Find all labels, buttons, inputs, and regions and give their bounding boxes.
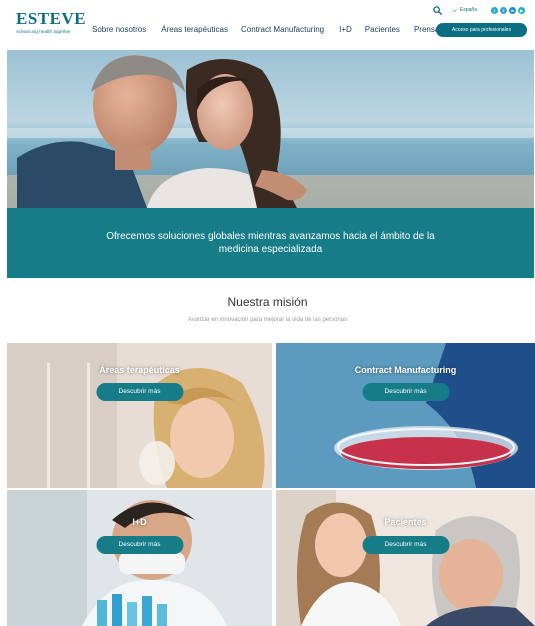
linkedin-icon[interactable]: in xyxy=(509,6,516,14)
tile-id[interactable]: I+D Descubrir más xyxy=(7,490,272,626)
tile-areas-title: Áreas terapéuticas xyxy=(99,365,180,375)
mission-title: Nuestra misión xyxy=(227,295,308,309)
nav-sobre-nosotros[interactable]: Sobre nosotros xyxy=(92,25,146,34)
youtube-icon[interactable]: ▶ xyxy=(518,6,525,14)
discover-areas-button[interactable]: Descubrir más xyxy=(96,383,183,401)
site-header: ESTEVE Advancing health together Sobre n… xyxy=(0,0,535,50)
tile-pacientes[interactable]: Pacientes Descubrir más xyxy=(276,490,535,626)
discover-id-button[interactable]: Descubrir más xyxy=(96,536,183,554)
language-selector[interactable]: España xyxy=(460,7,477,13)
twitter-icon[interactable]: t xyxy=(491,6,498,14)
tile-pacientes-image xyxy=(276,490,535,626)
tile-contract-manufacturing[interactable]: Contract Manufacturing Descubrir más xyxy=(276,343,535,488)
tile-id-title: I+D xyxy=(132,517,147,527)
top-utility-bar: España t f in ▶ xyxy=(433,5,525,15)
discover-manufacturing-button[interactable]: Descubrir más xyxy=(362,383,449,401)
nav-id[interactable]: I+D xyxy=(339,25,352,34)
tile-areas-terapeuticas[interactable]: Áreas terapéuticas Descubrir más xyxy=(7,343,272,488)
nav-contract-manufacturing[interactable]: Contract Manufacturing xyxy=(241,25,324,34)
hero-couple-image xyxy=(7,50,534,208)
search-icon[interactable] xyxy=(433,5,442,15)
esteve-logo[interactable]: ESTEVE Advancing health together xyxy=(16,9,87,35)
nav-pacientes[interactable]: Pacientes xyxy=(365,25,400,34)
tile-pacientes-title: Pacientes xyxy=(384,517,427,527)
chevron-down-icon xyxy=(452,8,457,12)
main-nav: Sobre nosotros Áreas terapéuticas Contra… xyxy=(92,25,439,34)
discover-pacientes-button[interactable]: Descubrir más xyxy=(362,536,449,554)
hero-tagline: Ofrecemos soluciones globales mientras a… xyxy=(106,231,435,255)
nav-areas-terapeuticas[interactable]: Áreas terapéuticas xyxy=(161,25,228,34)
professional-access-button[interactable]: Acceso para profesionales xyxy=(436,23,527,37)
hero-section: Ofrecemos soluciones globales mientras a… xyxy=(7,50,534,278)
tile-manufacturing-title: Contract Manufacturing xyxy=(354,365,457,375)
logo-wordmark: ESTEVE xyxy=(16,9,87,28)
hero-tagline-band: Ofrecemos soluciones globales mientras a… xyxy=(7,208,534,278)
mission-subtitle: Avanzar en innovación para mejorar la vi… xyxy=(187,317,348,323)
facebook-icon[interactable]: f xyxy=(500,6,507,14)
logo-tagline: Advancing health together xyxy=(16,29,71,34)
tile-id-image xyxy=(7,490,272,626)
